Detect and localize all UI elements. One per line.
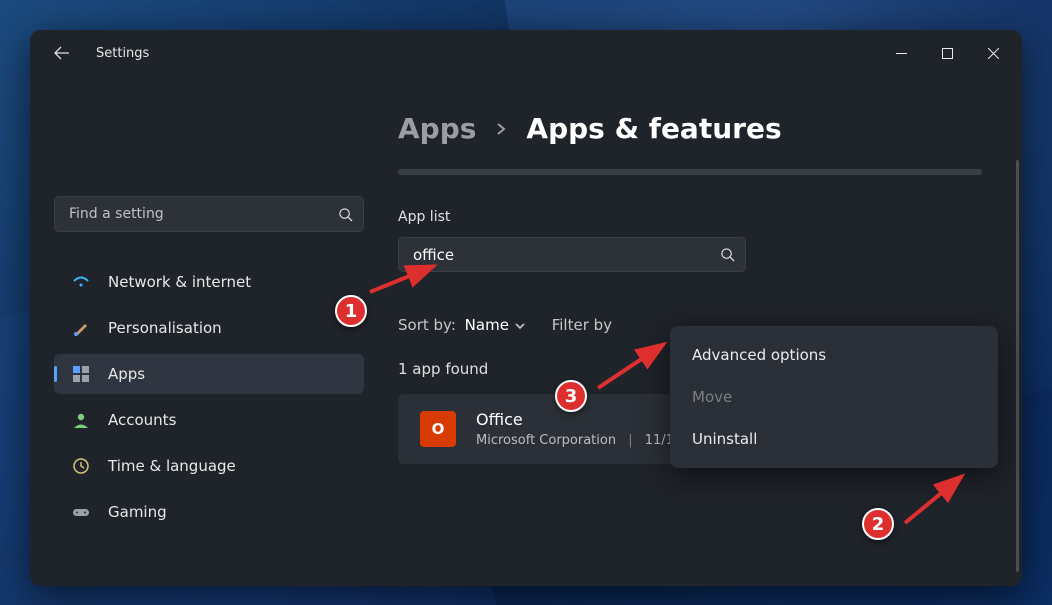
find-setting-placeholder: Find a setting — [69, 206, 338, 222]
window-minimize-button[interactable] — [878, 30, 924, 76]
app-row-publisher: Microsoft Corporation — [476, 433, 616, 448]
annotation-arrow-2 — [900, 468, 970, 528]
breadcrumb: Apps Apps & features — [398, 112, 982, 145]
back-arrow-icon — [54, 45, 70, 61]
maximize-icon — [942, 48, 953, 59]
scrollbar[interactable] — [1016, 160, 1019, 572]
chevron-down-icon — [514, 320, 526, 332]
sidebar-item-accounts[interactable]: Accounts — [54, 400, 364, 440]
window-close-button[interactable] — [970, 30, 1016, 76]
sidebar-item-label: Personalisation — [108, 319, 222, 337]
clock-icon — [72, 457, 90, 475]
sidebar-nav: Network & internet Personalisation Apps — [54, 262, 364, 532]
app-title: Settings — [96, 46, 149, 61]
menu-item-move: Move — [670, 376, 998, 418]
settings-window: Settings Find a setting — [30, 30, 1022, 586]
back-button[interactable] — [50, 41, 74, 65]
sidebar: Find a setting Network & internet Person… — [30, 76, 382, 586]
separator: | — [628, 433, 632, 448]
search-icon — [720, 247, 735, 262]
person-icon — [72, 411, 90, 429]
sort-by-button[interactable]: Sort by: Name — [398, 316, 526, 334]
sidebar-item-apps[interactable]: Apps — [54, 354, 364, 394]
sidebar-item-label: Network & internet — [108, 273, 251, 291]
close-icon — [988, 48, 999, 59]
titlebar: Settings — [30, 30, 1022, 76]
sidebar-item-personalisation[interactable]: Personalisation — [54, 308, 364, 348]
menu-item-advanced-options[interactable]: Advanced options — [670, 334, 998, 376]
window-maximize-button[interactable] — [924, 30, 970, 76]
search-icon — [338, 207, 353, 222]
sidebar-item-time-language[interactable]: Time & language — [54, 446, 364, 486]
sidebar-item-network[interactable]: Network & internet — [54, 262, 364, 302]
sidebar-item-label: Gaming — [108, 503, 167, 521]
gamepad-icon — [72, 503, 90, 521]
sidebar-item-label: Accounts — [108, 411, 176, 429]
sidebar-item-gaming[interactable]: Gaming — [54, 492, 364, 532]
annotation-arrow-1 — [362, 260, 442, 300]
annotation-arrow-3 — [592, 338, 672, 393]
wifi-icon — [72, 273, 90, 291]
app-list-search-value: office — [413, 246, 720, 264]
breadcrumb-current: Apps & features — [526, 112, 781, 145]
chevron-right-icon — [494, 122, 508, 136]
app-context-menu: Advanced options Move Uninstall — [670, 326, 998, 468]
office-app-icon: O — [420, 411, 456, 447]
find-setting-input[interactable]: Find a setting — [54, 196, 364, 232]
apps-icon — [72, 365, 90, 383]
progress-placeholder — [398, 169, 982, 175]
brush-icon — [72, 319, 90, 337]
app-list-heading: App list — [398, 209, 982, 225]
sidebar-item-label: Time & language — [108, 457, 236, 475]
minimize-icon — [896, 48, 907, 59]
menu-item-uninstall[interactable]: Uninstall — [670, 418, 998, 460]
app-list-search-input[interactable]: office — [398, 237, 746, 272]
filter-by-button[interactable]: Filter by — [552, 316, 612, 334]
breadcrumb-parent[interactable]: Apps — [398, 112, 476, 145]
sidebar-item-label: Apps — [108, 365, 145, 383]
